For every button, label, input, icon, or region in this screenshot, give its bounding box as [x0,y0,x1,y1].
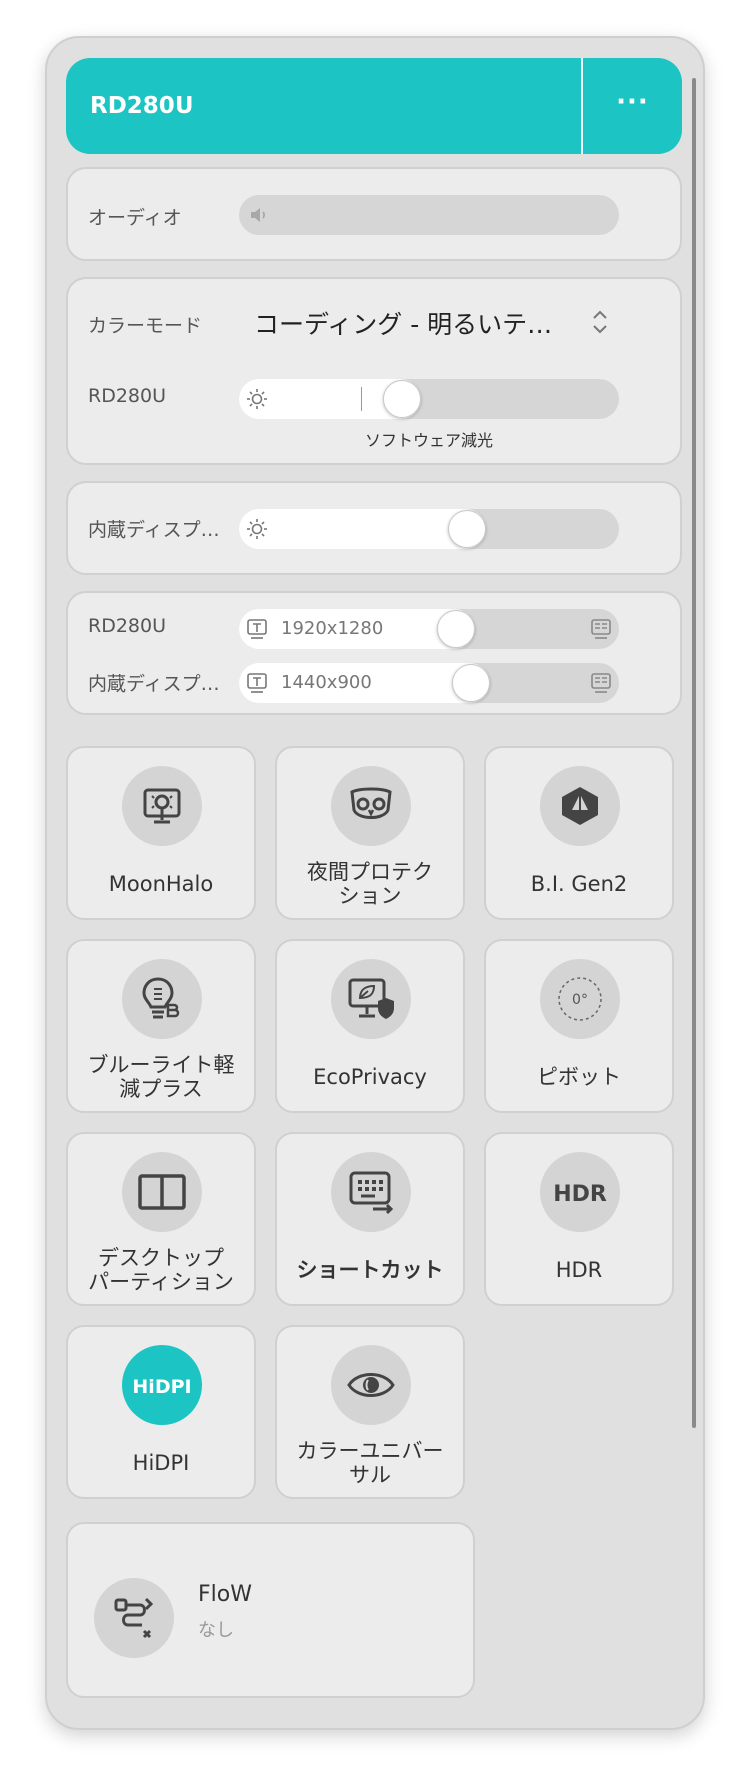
tile-label: EcoPrivacy [313,1065,427,1089]
dimming-threshold-mark [361,387,362,411]
tile-bi-gen2[interactable]: B.I. Gen2 [484,746,674,920]
resolution-value-1: 1440x900 [281,672,372,693]
tile-label: カラーユニバー サル [296,1439,444,1487]
tile-label: ショートカット [296,1258,444,1282]
tile-label: ブルーライト軽 減プラス [87,1053,235,1101]
eye-icon [347,1373,395,1397]
partition-icon [138,1174,186,1210]
resolution-value-0: 1920x1280 [281,618,384,639]
tile-night-protection[interactable]: 夜間プロテク ション [275,746,465,920]
space-icon [591,673,611,693]
speaker-icon [251,208,266,222]
owl-icon [350,787,392,819]
resolution-slider-0[interactable]: 1920x1280 [239,609,619,649]
flow-subtitle: なし [198,1620,234,1641]
moonhalo-icon [143,788,181,824]
sun-icon [247,389,267,409]
tile-hidpi[interactable]: HiDPI HiDPI [66,1325,256,1499]
hdr-icon: HDR [553,1182,607,1207]
color-mode-select[interactable]: コーディング - 明るいテ… [254,305,552,341]
audio-panel: オーディオ [66,167,682,261]
space-icon [591,619,611,639]
tile-pivot[interactable]: 0° ピボット [484,939,674,1113]
tile-label: MoonHalo [108,872,214,896]
brightness-knob[interactable] [383,380,421,418]
text-size-icon [247,619,267,639]
chevron-updown-icon[interactable] [590,307,610,337]
tile-shortcut[interactable]: ショートカット [275,1132,465,1306]
software-dimming-label: ソフトウェア減光 [364,431,493,450]
resolution-label-1: 内蔵ディスプ… [88,673,220,695]
flow-icon [114,1597,154,1639]
builtin-brightness-knob[interactable] [448,510,486,548]
resolution-label-0: RD280U [88,615,167,637]
tile-label: B.I. Gen2 [530,872,628,896]
tile-label: HiDPI [132,1451,190,1475]
bulb-icon [142,977,180,1019]
resolution-knob-0[interactable] [437,610,475,648]
header-bar: RD280U ··· [66,58,682,154]
tile-hdr[interactable]: HDR HDR [484,1132,674,1306]
resolution-slider-1[interactable]: 1440x900 [239,663,619,703]
color-mode-label: カラーモード [88,315,203,337]
flow-title: FloW [198,1582,252,1607]
keyboard-icon [349,1171,394,1215]
tile-label: 夜間プロテク ション [307,860,433,908]
text-size-icon [247,673,267,693]
svg-text:0°: 0° [572,992,588,1008]
resolution-panel: RD280U 1920x1280 内蔵ディスプ… 1440x900 [66,591,682,715]
more-button[interactable]: ··· [583,58,682,154]
builtin-display-panel: 内蔵ディスプ… [66,481,682,575]
resolution-knob-1[interactable] [452,664,490,702]
tile-label: HDR [555,1258,603,1282]
builtin-brightness-slider[interactable] [239,509,619,549]
pivot-icon: 0° [558,977,602,1021]
sun-icon [247,519,267,539]
monitor-title: RD280U [90,93,194,119]
brightness-slider[interactable] [239,379,619,419]
audio-label: オーディオ [88,207,182,229]
tile-desktop-partition[interactable]: デスクトップ パーティション [66,1132,256,1306]
color-mode-panel: カラーモード コーディング - 明るいテ… RD280U ソフトウェア減光 [66,277,682,465]
tile-blue-light-reduction[interactable]: ブルーライト軽 減プラス [66,939,256,1113]
tile-label: ピボット [537,1065,621,1089]
bi-gen2-icon [562,787,598,825]
flow-card[interactable]: FloW なし [66,1522,475,1698]
eco-privacy-icon [348,978,394,1019]
scrollbar[interactable] [692,78,696,1428]
svg-text:HiDPI: HiDPI [132,1376,191,1398]
hidpi-icon: HiDPI [132,1376,191,1398]
svg-text:HDR: HDR [553,1182,607,1207]
tile-moonhalo[interactable]: MoonHalo [66,746,256,920]
brightness-monitor-label: RD280U [88,385,167,407]
tile-label: デスクトップ パーティション [88,1246,234,1294]
tile-ecoprivacy[interactable]: EcoPrivacy [275,939,465,1113]
tile-color-universal[interactable]: カラーユニバー サル [275,1325,465,1499]
builtin-display-label: 内蔵ディスプ… [88,519,220,541]
audio-slider[interactable] [239,195,619,235]
